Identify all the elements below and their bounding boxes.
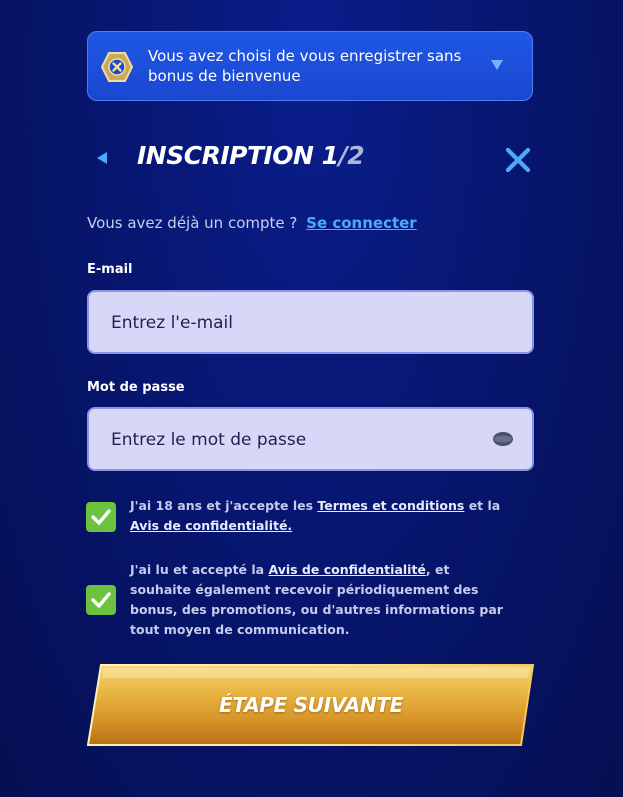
email-field[interactable]	[109, 292, 473, 354]
title-separator: /	[338, 141, 348, 170]
login-link[interactable]: Se connecter	[306, 214, 417, 232]
no-bonus-icon	[101, 52, 133, 82]
marketing-checkbox[interactable]	[86, 585, 116, 615]
bonus-choice-banner[interactable]: Vous avez choisi de vous enregistrer san…	[87, 31, 533, 101]
password-field-container	[87, 407, 534, 471]
account-prompt: Vous avez déjà un compte ? Se connecter	[87, 214, 417, 232]
check-icon	[91, 592, 111, 608]
next-step-label: ÉTAPE SUIVANTE	[218, 693, 404, 717]
terms-link[interactable]: Termes et conditions	[317, 498, 464, 513]
account-question: Vous avez déjà un compte ?	[87, 214, 298, 232]
email-label: E-mail	[87, 262, 133, 277]
title-step: INSCRIPTION 1	[137, 141, 339, 170]
check-icon	[91, 509, 111, 525]
terms-consent-text: J'ai 18 ans et j'accepte les Termes et c…	[130, 496, 510, 536]
privacy-link[interactable]: Avis de confidentialité.	[130, 518, 292, 533]
chevron-down-icon[interactable]	[490, 59, 504, 71]
bonus-banner-text: Vous avez choisi de vous enregistrer san…	[148, 47, 462, 85]
consent2-text-1: J'ai lu et accepté la	[130, 562, 265, 577]
password-label: Mot de passe	[87, 380, 185, 395]
eye-icon[interactable]	[492, 430, 514, 448]
back-arrow-icon[interactable]	[95, 151, 109, 165]
consent1-text-2: et la	[468, 498, 501, 513]
privacy-link-2[interactable]: Avis de confidentialité	[268, 562, 425, 577]
password-field[interactable]	[109, 409, 473, 471]
marketing-consent-text: J'ai lu et accepté la Avis de confidenti…	[130, 560, 510, 640]
next-step-button[interactable]: ÉTAPE SUIVANTE	[87, 664, 535, 746]
consent1-text-1: J'ai 18 ans et j'accepte les	[130, 498, 314, 513]
email-field-container	[87, 290, 534, 354]
terms-checkbox[interactable]	[86, 502, 116, 532]
page-title: INSCRIPTION 1/2	[137, 141, 365, 170]
close-icon[interactable]	[504, 146, 532, 174]
title-total-steps: 2	[347, 141, 365, 170]
